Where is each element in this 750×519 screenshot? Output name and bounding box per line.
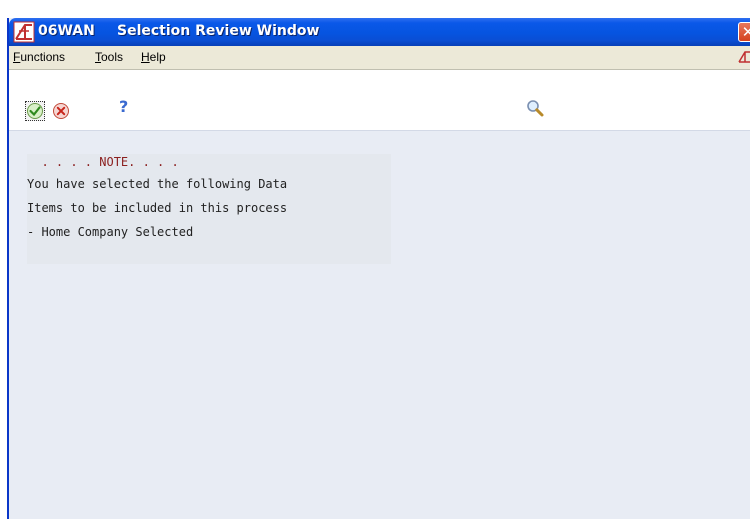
application-window: 06WAN Selection Review Window ✕ Function… — [7, 18, 750, 519]
close-button[interactable]: ✕ — [738, 22, 750, 42]
menu-help-accel: H — [141, 50, 150, 64]
help-button[interactable]: ? — [119, 97, 139, 117]
note-line-3: - Home Company Selected — [27, 225, 194, 239]
window-code: 06WAN — [38, 23, 95, 39]
toolbar: ? — [9, 70, 750, 131]
search-icon — [527, 100, 544, 117]
checkmark-icon — [27, 103, 43, 119]
note-line-1: You have selected the following Data — [27, 177, 288, 191]
app-logo-small-icon — [738, 51, 750, 63]
note-panel: . . . . NOTE. . . . You have selected th… — [27, 154, 391, 264]
help-icon: ? — [119, 97, 129, 116]
search-button[interactable] — [525, 98, 545, 118]
menu-help-label: elp — [149, 50, 166, 64]
app-logo-icon — [13, 21, 35, 43]
menu-help[interactable]: Help — [141, 50, 166, 64]
note-line-2: Items to be included in this process — [27, 201, 288, 215]
menu-tools-label: ools — [101, 50, 124, 64]
note-title: . . . . NOTE. . . . — [27, 155, 179, 169]
menu-bar: Functions Tools Help — [9, 46, 750, 70]
close-icon: ✕ — [741, 23, 750, 41]
menu-functions[interactable]: Functions — [13, 50, 65, 64]
cancel-button[interactable] — [51, 101, 71, 121]
menu-functions-label: unctions — [20, 50, 66, 64]
window-title: Selection Review Window — [117, 23, 320, 39]
cancel-icon — [53, 103, 69, 119]
menu-tools[interactable]: Tools — [95, 50, 123, 64]
ok-button[interactable] — [25, 101, 45, 121]
title-bar[interactable]: 06WAN Selection Review Window ✕ — [9, 18, 750, 46]
